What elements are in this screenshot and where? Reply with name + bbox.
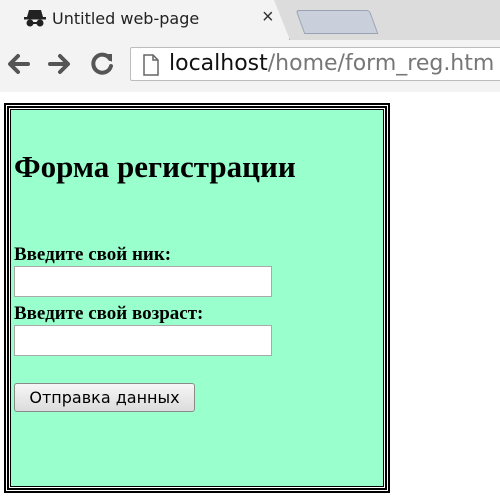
tab-close-icon[interactable]: ×: [262, 6, 274, 29]
registration-form: Форма регистрации Введите свой ник: Введ…: [4, 103, 390, 493]
nickname-input[interactable]: [14, 266, 272, 297]
navigation-bar: localhost/home/form_reg.htm: [0, 40, 500, 92]
browser-chrome: Untitled web-page × localhost/home/form_…: [0, 0, 500, 92]
nickname-label: Введите свой ник:: [14, 244, 172, 265]
new-tab-button[interactable]: [295, 10, 379, 34]
url-path: /home/form_reg.htm: [267, 51, 495, 76]
tab-title: Untitled web-page: [52, 9, 200, 28]
url-host: localhost: [169, 51, 268, 76]
age-input[interactable]: [14, 325, 272, 356]
form-panel: Форма регистрации Введите свой ник: Введ…: [10, 109, 384, 487]
back-arrow-icon[interactable]: [4, 50, 32, 78]
form-title: Форма регистрации: [14, 149, 296, 184]
address-bar[interactable]: localhost/home/form_reg.htm: [130, 47, 500, 81]
submit-button[interactable]: Отправка данных: [14, 383, 195, 412]
reload-icon[interactable]: [88, 50, 116, 78]
forward-arrow-icon[interactable]: [46, 50, 74, 78]
browser-tab[interactable]: Untitled web-page ×: [0, 0, 290, 40]
incognito-icon: [24, 10, 46, 27]
url-text: localhost/home/form_reg.htm: [169, 51, 494, 77]
page-icon: [143, 54, 159, 76]
age-label: Введите свой возраст:: [14, 303, 204, 324]
tab-strip: Untitled web-page ×: [0, 0, 500, 40]
